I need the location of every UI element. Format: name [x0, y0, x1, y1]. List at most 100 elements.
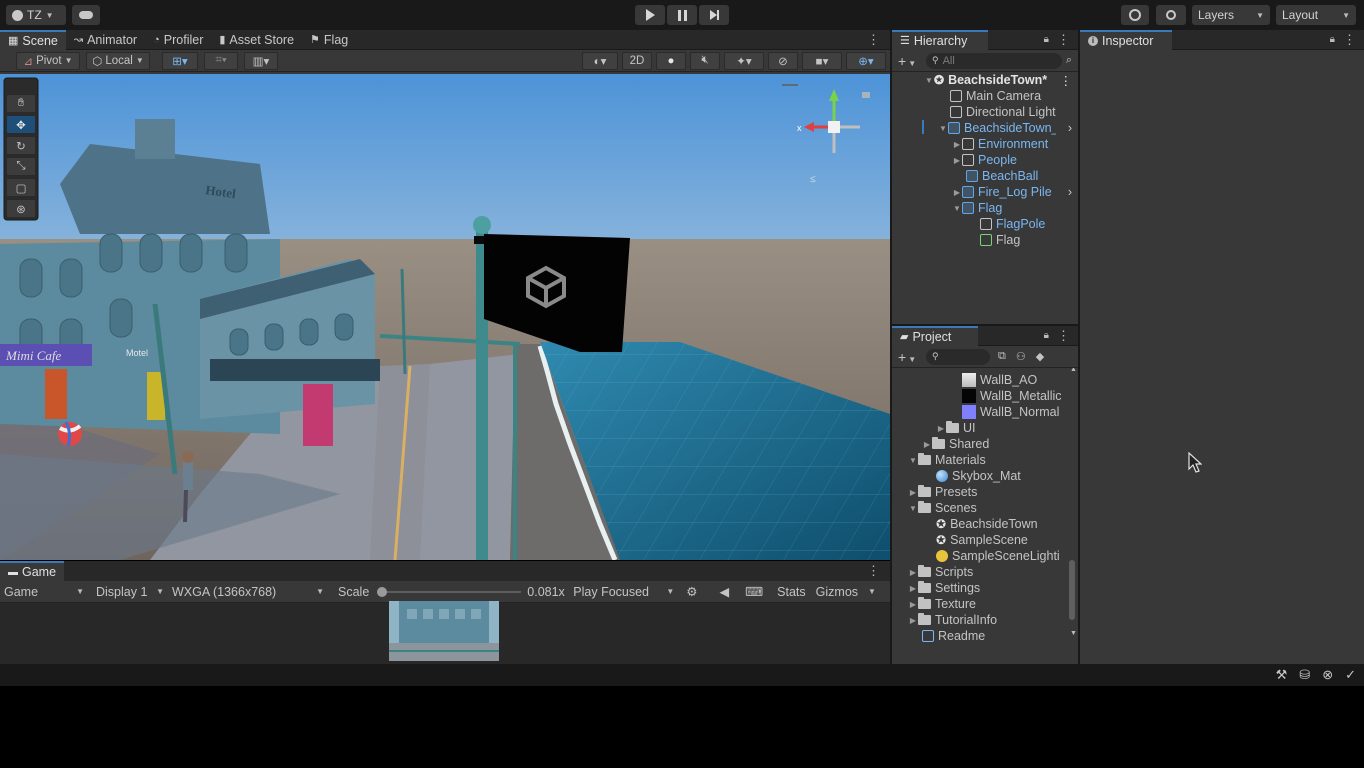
chevron-right-icon[interactable]: ›	[1068, 185, 1072, 199]
scale-slider-thumb[interactable]	[377, 586, 388, 597]
project-item-scenes[interactable]: ▼ Scenes	[908, 500, 977, 516]
ruler-button[interactable]: ▥▾	[244, 51, 278, 70]
project-item-samplescene[interactable]: ✪ SampleScene	[936, 532, 1028, 548]
more-options-icon[interactable]: ⋮	[1343, 32, 1356, 48]
tab-inspector[interactable]: i Inspector	[1080, 29, 1172, 50]
rotate-tool-button[interactable]: ↻	[6, 136, 36, 155]
resolution-dropdown[interactable]: WXGA (1366x768) ▼	[168, 585, 328, 599]
grid-snap-button[interactable]: ⊞▾	[162, 51, 198, 70]
display-dropdown[interactable]: Display 1 ▼	[88, 585, 168, 599]
hierarchy-item-fire-log-pile[interactable]: ▶ Fire_Log Pile ›	[952, 184, 1078, 200]
hierarchy-item-flag[interactable]: ▼ Flag	[952, 200, 1002, 216]
project-item-scripts[interactable]: ▶ Scripts	[908, 564, 973, 580]
keyboard-icon[interactable]: ⌨	[745, 584, 763, 599]
visibility-toggle[interactable]: ⊘	[768, 51, 798, 70]
more-options-icon[interactable]: ⋮	[1057, 32, 1070, 48]
step-button[interactable]	[699, 5, 729, 25]
gizmos-toggle[interactable]: Gizmos ▼	[816, 585, 876, 599]
hand-tool-button[interactable]: ✋︎	[6, 94, 36, 113]
account-dropdown[interactable]: TZ ▼	[6, 5, 66, 25]
speaker-icon[interactable]: ◀︎	[720, 584, 730, 599]
add-button[interactable]: + ▼	[898, 349, 922, 365]
panel-divider[interactable]	[1078, 30, 1080, 664]
stats-button[interactable]: Stats	[777, 585, 806, 599]
tab-profiler[interactable]: ◔ Profiler	[145, 30, 211, 50]
scene-viewport[interactable]: Mimi Cafe Hotel Motel x ≤ ✋︎ ✥ ↻ ⤡ ▢ ⊛	[0, 74, 890, 560]
hierarchy-item-main-camera[interactable]: Main Camera	[950, 88, 1041, 104]
layout-dropdown[interactable]: Layout ▼	[1276, 5, 1356, 25]
lock-icon[interactable]: 🔒︎	[1044, 330, 1049, 341]
lock-icon[interactable]: 🔒︎	[1330, 34, 1335, 45]
tab-game[interactable]: ▬ Game	[0, 561, 65, 581]
move-tool-button[interactable]: ✥	[6, 115, 36, 134]
search-button[interactable]	[1156, 5, 1186, 25]
project-item-texture[interactable]: ▶ Texture	[908, 596, 976, 612]
scroll-down-icon[interactable]: ▼	[1070, 630, 1077, 637]
hierarchy-item-directional-light[interactable]: Directional Light	[950, 104, 1056, 120]
search-by-label-icon[interactable]: ⚇	[1016, 350, 1026, 363]
bug-icon[interactable]: ⚙	[686, 584, 697, 599]
pivot-dropdown[interactable]: ⊿ Pivot ▼	[16, 51, 80, 70]
hierarchy-item-flagpole[interactable]: FlagPole	[980, 216, 1045, 232]
project-item-settings[interactable]: ▶ Settings	[908, 580, 980, 596]
game-view-preview[interactable]	[389, 601, 499, 661]
audio-toggle[interactable]: 🔇︎	[690, 51, 720, 70]
more-options-icon[interactable]: ⋮	[1057, 328, 1070, 344]
project-item-materials[interactable]: ▼ Materials	[908, 452, 986, 468]
game-mode-dropdown[interactable]: Game ▼	[0, 585, 88, 599]
scroll-up-icon[interactable]: ▲	[1070, 368, 1077, 373]
hierarchy-item-flag-child[interactable]: Flag	[980, 232, 1020, 248]
gizmos-dropdown[interactable]: ⊕▾	[846, 51, 886, 70]
tab-flag[interactable]: ⚑ Flag	[302, 30, 356, 50]
search-by-type-icon[interactable]: ⧉	[998, 350, 1006, 363]
hierarchy-search-box[interactable]: ⚲ All	[926, 52, 1062, 69]
panel-divider[interactable]	[890, 30, 892, 664]
scale-tool-button[interactable]: ⤡	[6, 157, 36, 176]
camera-dropdown[interactable]: ■▾	[802, 51, 842, 70]
project-search-box[interactable]: ⚲	[926, 348, 990, 365]
scale-slider[interactable]	[377, 586, 522, 598]
chevron-right-icon[interactable]: ›	[1068, 121, 1072, 135]
tab-animator[interactable]: ↝ Animator	[66, 30, 145, 50]
lighting-toggle[interactable]: ●	[656, 51, 686, 70]
tab-asset-store[interactable]: ▮ Asset Store	[211, 30, 302, 50]
tab-scene[interactable]: ▦ Scene	[0, 29, 66, 50]
lock-icon[interactable]	[862, 90, 872, 98]
cache-server-icon[interactable]: ⛁	[1299, 667, 1310, 683]
effects-dropdown[interactable]: ✦▾	[724, 51, 764, 70]
hierarchy-item-beachsidetown-prefab[interactable]: ▼ BeachsideTown_ ›	[938, 120, 1078, 136]
project-item-presets[interactable]: ▶ Presets	[908, 484, 977, 500]
filter-icon[interactable]: ⌕	[1066, 54, 1072, 67]
project-item-beachsidetown-scene[interactable]: ✪ BeachsideTown	[936, 516, 1038, 532]
rect-tool-button[interactable]: ▢	[6, 178, 36, 197]
more-options-icon[interactable]: ⋮	[1060, 73, 1073, 88]
scrollbar-thumb[interactable]	[1069, 560, 1075, 620]
transform-tool-button[interactable]: ⊛	[6, 199, 36, 218]
add-button[interactable]: + ▼	[898, 53, 922, 69]
more-options-icon[interactable]: ⋮	[867, 563, 880, 579]
tab-project[interactable]: ▰ Project	[892, 325, 978, 346]
debug-mode-icon[interactable]: ⚒	[1276, 667, 1288, 683]
play-button[interactable]	[635, 5, 665, 25]
pause-button[interactable]	[667, 5, 697, 25]
undo-history-button[interactable]	[1121, 5, 1149, 25]
progress-check-icon[interactable]: ✓	[1345, 667, 1356, 683]
hierarchy-item-environment[interactable]: ▶ Environment	[952, 136, 1048, 152]
project-item-wallb-ao[interactable]: WallB_AO	[962, 372, 1037, 388]
layers-dropdown[interactable]: Layers ▼	[1192, 5, 1270, 25]
project-item-wallb-metallic[interactable]: WallB_Metallic	[962, 388, 1062, 404]
hierarchy-item-people[interactable]: ▶ People	[952, 152, 1017, 168]
project-item-readme[interactable]: Readme	[922, 628, 985, 644]
2d-toggle[interactable]: 2D	[622, 51, 652, 70]
hierarchy-item-beachball[interactable]: BeachBall	[966, 168, 1038, 184]
project-scrollbar[interactable]: ▲ ▼	[1068, 368, 1077, 644]
project-item-skybox-mat[interactable]: Skybox_Mat	[936, 468, 1021, 484]
lock-icon[interactable]: 🔒︎	[1044, 34, 1049, 45]
panel-divider[interactable]	[892, 324, 1078, 326]
project-item-shared[interactable]: ▶ Shared	[922, 436, 989, 452]
project-item-ui[interactable]: ▶ UI	[936, 420, 976, 436]
local-dropdown[interactable]: ⬡ Local ▼	[86, 51, 150, 70]
project-item-wallb-normal[interactable]: WallB_Normal	[962, 404, 1059, 420]
tag-icon[interactable]: ◆	[1036, 350, 1044, 363]
cloud-button[interactable]	[72, 5, 100, 25]
